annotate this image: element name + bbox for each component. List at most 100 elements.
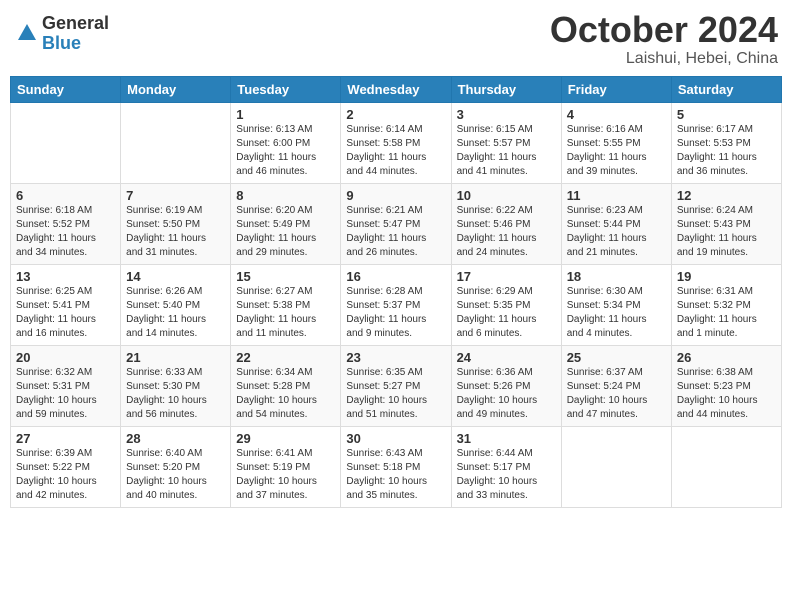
day-info: Sunrise: 6:37 AMSunset: 5:24 PMDaylight:…: [567, 366, 666, 422]
day-number: 19: [677, 269, 776, 284]
calendar-cell: 25Sunrise: 6:37 AMSunset: 5:24 PMDayligh…: [561, 345, 671, 426]
page-header: General Blue October 2024 Laishui, Hebei…: [10, 10, 782, 68]
day-number: 25: [567, 350, 666, 365]
day-info: Sunrise: 6:41 AMSunset: 5:19 PMDaylight:…: [236, 447, 335, 503]
calendar-cell: 17Sunrise: 6:29 AMSunset: 5:35 PMDayligh…: [451, 264, 561, 345]
day-number: 10: [457, 188, 556, 203]
calendar-cell: 10Sunrise: 6:22 AMSunset: 5:46 PMDayligh…: [451, 183, 561, 264]
calendar-cell: 23Sunrise: 6:35 AMSunset: 5:27 PMDayligh…: [341, 345, 451, 426]
calendar-week-2: 6Sunrise: 6:18 AMSunset: 5:52 PMDaylight…: [11, 183, 782, 264]
day-number: 7: [126, 188, 225, 203]
day-number: 2: [346, 107, 445, 122]
day-number: 24: [457, 350, 556, 365]
day-number: 15: [236, 269, 335, 284]
calendar-week-5: 27Sunrise: 6:39 AMSunset: 5:22 PMDayligh…: [11, 426, 782, 507]
day-info: Sunrise: 6:19 AMSunset: 5:50 PMDaylight:…: [126, 204, 225, 260]
day-info: Sunrise: 6:35 AMSunset: 5:27 PMDaylight:…: [346, 366, 445, 422]
calendar-week-4: 20Sunrise: 6:32 AMSunset: 5:31 PMDayligh…: [11, 345, 782, 426]
calendar-cell: 18Sunrise: 6:30 AMSunset: 5:34 PMDayligh…: [561, 264, 671, 345]
day-number: 18: [567, 269, 666, 284]
day-number: 17: [457, 269, 556, 284]
day-info: Sunrise: 6:20 AMSunset: 5:49 PMDaylight:…: [236, 204, 335, 260]
calendar-cell: 22Sunrise: 6:34 AMSunset: 5:28 PMDayligh…: [231, 345, 341, 426]
day-header-sunday: Sunday: [11, 76, 121, 102]
day-number: 30: [346, 431, 445, 446]
day-number: 6: [16, 188, 115, 203]
calendar-week-3: 13Sunrise: 6:25 AMSunset: 5:41 PMDayligh…: [11, 264, 782, 345]
day-header-thursday: Thursday: [451, 76, 561, 102]
calendar-cell: 13Sunrise: 6:25 AMSunset: 5:41 PMDayligh…: [11, 264, 121, 345]
day-number: 23: [346, 350, 445, 365]
day-info: Sunrise: 6:21 AMSunset: 5:47 PMDaylight:…: [346, 204, 445, 260]
calendar-cell: 21Sunrise: 6:33 AMSunset: 5:30 PMDayligh…: [121, 345, 231, 426]
day-number: 22: [236, 350, 335, 365]
title-area: October 2024 Laishui, Hebei, China: [550, 10, 778, 68]
day-info: Sunrise: 6:32 AMSunset: 5:31 PMDaylight:…: [16, 366, 115, 422]
day-info: Sunrise: 6:30 AMSunset: 5:34 PMDaylight:…: [567, 285, 666, 341]
day-info: Sunrise: 6:13 AMSunset: 6:00 PMDaylight:…: [236, 123, 335, 179]
day-info: Sunrise: 6:26 AMSunset: 5:40 PMDaylight:…: [126, 285, 225, 341]
calendar-cell: 15Sunrise: 6:27 AMSunset: 5:38 PMDayligh…: [231, 264, 341, 345]
calendar-cell: 24Sunrise: 6:36 AMSunset: 5:26 PMDayligh…: [451, 345, 561, 426]
calendar-cell: [121, 102, 231, 183]
calendar-cell: [671, 426, 781, 507]
day-info: Sunrise: 6:34 AMSunset: 5:28 PMDaylight:…: [236, 366, 335, 422]
day-number: 20: [16, 350, 115, 365]
calendar-week-1: 1Sunrise: 6:13 AMSunset: 6:00 PMDaylight…: [11, 102, 782, 183]
day-number: 29: [236, 431, 335, 446]
logo-blue-text: Blue: [42, 34, 109, 54]
day-info: Sunrise: 6:38 AMSunset: 5:23 PMDaylight:…: [677, 366, 776, 422]
month-title: October 2024: [550, 10, 778, 50]
day-info: Sunrise: 6:27 AMSunset: 5:38 PMDaylight:…: [236, 285, 335, 341]
day-info: Sunrise: 6:36 AMSunset: 5:26 PMDaylight:…: [457, 366, 556, 422]
day-number: 27: [16, 431, 115, 446]
day-header-monday: Monday: [121, 76, 231, 102]
day-info: Sunrise: 6:14 AMSunset: 5:58 PMDaylight:…: [346, 123, 445, 179]
day-number: 31: [457, 431, 556, 446]
day-info: Sunrise: 6:17 AMSunset: 5:53 PMDaylight:…: [677, 123, 776, 179]
calendar-cell: 11Sunrise: 6:23 AMSunset: 5:44 PMDayligh…: [561, 183, 671, 264]
calendar-cell: 6Sunrise: 6:18 AMSunset: 5:52 PMDaylight…: [11, 183, 121, 264]
day-info: Sunrise: 6:15 AMSunset: 5:57 PMDaylight:…: [457, 123, 556, 179]
logo: General Blue: [14, 14, 109, 54]
day-header-row: SundayMondayTuesdayWednesdayThursdayFrid…: [11, 76, 782, 102]
calendar-cell: 8Sunrise: 6:20 AMSunset: 5:49 PMDaylight…: [231, 183, 341, 264]
calendar-cell: 12Sunrise: 6:24 AMSunset: 5:43 PMDayligh…: [671, 183, 781, 264]
calendar-cell: 5Sunrise: 6:17 AMSunset: 5:53 PMDaylight…: [671, 102, 781, 183]
day-number: 28: [126, 431, 225, 446]
calendar-cell: 1Sunrise: 6:13 AMSunset: 6:00 PMDaylight…: [231, 102, 341, 183]
calendar-cell: 3Sunrise: 6:15 AMSunset: 5:57 PMDaylight…: [451, 102, 561, 183]
calendar-cell: [11, 102, 121, 183]
day-number: 1: [236, 107, 335, 122]
calendar-cell: 30Sunrise: 6:43 AMSunset: 5:18 PMDayligh…: [341, 426, 451, 507]
day-info: Sunrise: 6:29 AMSunset: 5:35 PMDaylight:…: [457, 285, 556, 341]
calendar-cell: 28Sunrise: 6:40 AMSunset: 5:20 PMDayligh…: [121, 426, 231, 507]
day-number: 16: [346, 269, 445, 284]
day-number: 14: [126, 269, 225, 284]
calendar-cell: 16Sunrise: 6:28 AMSunset: 5:37 PMDayligh…: [341, 264, 451, 345]
day-info: Sunrise: 6:23 AMSunset: 5:44 PMDaylight:…: [567, 204, 666, 260]
day-info: Sunrise: 6:25 AMSunset: 5:41 PMDaylight:…: [16, 285, 115, 341]
calendar-table: SundayMondayTuesdayWednesdayThursdayFrid…: [10, 76, 782, 508]
calendar-cell: 2Sunrise: 6:14 AMSunset: 5:58 PMDaylight…: [341, 102, 451, 183]
day-header-wednesday: Wednesday: [341, 76, 451, 102]
day-number: 9: [346, 188, 445, 203]
day-info: Sunrise: 6:18 AMSunset: 5:52 PMDaylight:…: [16, 204, 115, 260]
day-info: Sunrise: 6:24 AMSunset: 5:43 PMDaylight:…: [677, 204, 776, 260]
calendar-cell: 31Sunrise: 6:44 AMSunset: 5:17 PMDayligh…: [451, 426, 561, 507]
calendar-cell: 19Sunrise: 6:31 AMSunset: 5:32 PMDayligh…: [671, 264, 781, 345]
logo-general-text: General: [42, 14, 109, 34]
day-info: Sunrise: 6:33 AMSunset: 5:30 PMDaylight:…: [126, 366, 225, 422]
calendar-cell: 4Sunrise: 6:16 AMSunset: 5:55 PMDaylight…: [561, 102, 671, 183]
day-info: Sunrise: 6:16 AMSunset: 5:55 PMDaylight:…: [567, 123, 666, 179]
day-header-saturday: Saturday: [671, 76, 781, 102]
day-header-friday: Friday: [561, 76, 671, 102]
day-info: Sunrise: 6:31 AMSunset: 5:32 PMDaylight:…: [677, 285, 776, 341]
day-number: 12: [677, 188, 776, 203]
day-number: 3: [457, 107, 556, 122]
calendar-cell: 27Sunrise: 6:39 AMSunset: 5:22 PMDayligh…: [11, 426, 121, 507]
day-info: Sunrise: 6:39 AMSunset: 5:22 PMDaylight:…: [16, 447, 115, 503]
location-subtitle: Laishui, Hebei, China: [550, 50, 778, 68]
calendar-cell: [561, 426, 671, 507]
day-number: 21: [126, 350, 225, 365]
